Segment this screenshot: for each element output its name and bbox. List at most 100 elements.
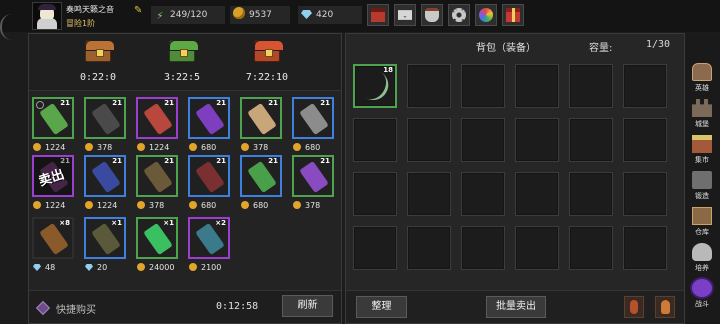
item-price: 680: [293, 142, 320, 154]
player-avatar[interactable]: [32, 2, 62, 30]
bag-empty-slot[interactable]: [407, 226, 451, 270]
sort-button[interactable]: 整理: [356, 296, 407, 318]
shop-item-slot[interactable]: 21: [240, 155, 282, 197]
spellbook-icon: [39, 222, 69, 256]
shop-item-slot[interactable]: ×1: [84, 217, 126, 259]
wooden-chest-icon[interactable]: [85, 40, 111, 62]
shop-item-slot[interactable]: ×1: [136, 217, 178, 259]
diamond-icon: [33, 264, 41, 271]
flask-icon[interactable]: [655, 296, 675, 318]
shop-item-slot[interactable]: 21: [84, 97, 126, 139]
lucky-wheel-button[interactable]: [475, 4, 497, 26]
bag-empty-slot[interactable]: [353, 172, 397, 216]
castle-icon: [692, 99, 712, 117]
nav-hero[interactable]: 英雄: [687, 61, 717, 97]
item-count: ×1: [111, 219, 122, 227]
item-count: 21: [268, 99, 278, 107]
gold-coin-icon: [33, 201, 41, 209]
market-icon: [692, 135, 712, 153]
shop-item-slot[interactable]: 21: [240, 97, 282, 139]
chest-row: 0:22:0 3:22:5 7:22:10: [29, 34, 341, 91]
shop-item-slot[interactable]: ×8: [32, 217, 74, 259]
greaves-icon: [195, 160, 225, 194]
bag-empty-slot[interactable]: [461, 118, 505, 162]
refresh-timer: 0:12:58: [216, 301, 259, 312]
gold-coin-icon: [85, 201, 93, 209]
bag-empty-slot[interactable]: [623, 172, 667, 216]
bag-empty-slot[interactable]: [623, 226, 667, 270]
item-count: 21: [320, 99, 330, 107]
bag-empty-slot[interactable]: [515, 172, 559, 216]
gift-button[interactable]: [502, 4, 524, 26]
bag-icon: [425, 8, 439, 22]
shop-item-slot[interactable]: 21 卖出: [32, 155, 74, 197]
gift-icon: [506, 8, 520, 22]
nav-warehouse[interactable]: 仓库: [687, 205, 717, 241]
bag-item-slot[interactable]: 18: [353, 64, 397, 108]
shop-item-slot[interactable]: 21: [136, 97, 178, 139]
green-chest-icon[interactable]: [169, 40, 195, 62]
shop-button[interactable]: [367, 4, 389, 26]
shop-item-slot[interactable]: ×2: [188, 217, 230, 259]
refresh-button[interactable]: 刷新: [282, 295, 333, 317]
bag-empty-slot[interactable]: [407, 64, 451, 108]
shop-item-slot[interactable]: 21: [292, 155, 334, 197]
bag-empty-slot[interactable]: [569, 226, 613, 270]
energy-icon: ⚡: [156, 11, 164, 22]
avatar-robe: [37, 18, 57, 29]
bag-empty-slot[interactable]: [461, 64, 505, 108]
shop-panel: 0:22:0 3:22:5 7:22:10 21 1224 21 378 21 1224 2…: [28, 33, 342, 324]
item-price: 680: [189, 200, 216, 212]
item-price: 1224: [33, 142, 65, 154]
bag-empty-slot[interactable]: [461, 172, 505, 216]
gold-counter: 9537: [230, 6, 290, 24]
bag-empty-slot[interactable]: [515, 118, 559, 162]
bag-empty-slot[interactable]: [569, 118, 613, 162]
bag-empty-slot[interactable]: [353, 226, 397, 270]
quick-buy-icon[interactable]: [35, 300, 51, 316]
bulk-sell-button[interactable]: 批量卖出: [486, 296, 546, 318]
bag-empty-slot[interactable]: [407, 172, 451, 216]
shop-item-slot[interactable]: 21: [84, 155, 126, 197]
nav-market[interactable]: 集市: [687, 133, 717, 169]
item-count: 18: [383, 66, 393, 74]
shop-item-slot[interactable]: 21: [292, 97, 334, 139]
price-value: 680: [305, 143, 321, 152]
bag-empty-slot[interactable]: [569, 172, 613, 216]
shop-item-slot[interactable]: 21: [188, 97, 230, 139]
gold-coin-icon: [85, 143, 93, 151]
purple-gauntlet-icon: [299, 160, 329, 194]
nav-forge[interactable]: 锻造: [687, 169, 717, 205]
bag-empty-slot[interactable]: [515, 226, 559, 270]
battle-portal-icon: [692, 279, 712, 297]
nav-warehouse-label: 仓库: [695, 228, 709, 236]
bag-button[interactable]: [421, 4, 443, 26]
capacity-label: 容量:: [589, 43, 613, 54]
bag-empty-slot[interactable]: [623, 118, 667, 162]
item-count: 21: [112, 157, 122, 165]
nav-cultivate[interactable]: 培养: [687, 241, 717, 277]
nav-castle[interactable]: 城堡: [687, 97, 717, 133]
shop-icon: [371, 8, 385, 22]
bag-empty-slot[interactable]: [461, 226, 505, 270]
quick-buy-label[interactable]: 快捷购买: [56, 301, 96, 316]
shop-item-slot[interactable]: 21: [32, 97, 74, 139]
settings-button[interactable]: [448, 4, 470, 26]
bag-empty-slot[interactable]: [407, 118, 451, 162]
nav-market-label: 集市: [695, 156, 709, 164]
edit-name-icon[interactable]: ✎: [134, 5, 145, 16]
bag-empty-slot[interactable]: [353, 118, 397, 162]
mace-icon: [299, 102, 329, 136]
bag-empty-slot[interactable]: [623, 64, 667, 108]
nav-hero-label: 英雄: [695, 84, 709, 92]
bag-empty-slot[interactable]: [569, 64, 613, 108]
red-chest-icon[interactable]: [254, 40, 280, 62]
gold-coin-icon: [233, 7, 245, 19]
mail-button[interactable]: [394, 4, 416, 26]
gold-coin-icon: [137, 143, 145, 151]
shop-item-slot[interactable]: 21: [188, 155, 230, 197]
shop-item-slot[interactable]: 21: [136, 155, 178, 197]
bag-empty-slot[interactable]: [515, 64, 559, 108]
nav-battle[interactable]: 战斗: [687, 277, 717, 313]
potion-icon[interactable]: [624, 296, 644, 318]
